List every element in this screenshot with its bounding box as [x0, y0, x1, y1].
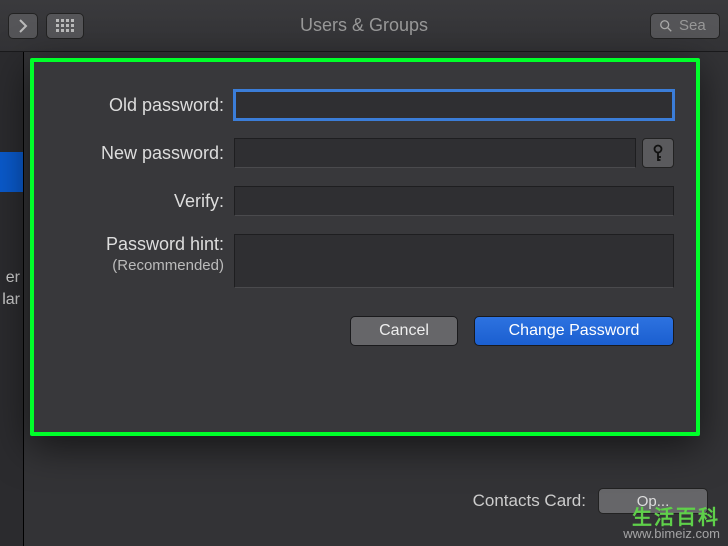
- show-all-button[interactable]: [46, 13, 84, 39]
- search-icon: [659, 19, 673, 33]
- back-button[interactable]: [8, 13, 38, 39]
- key-icon: [651, 144, 665, 162]
- sidebar-selected-item[interactable]: [0, 152, 23, 192]
- password-assistant-button[interactable]: [642, 138, 674, 168]
- contacts-card-label: Contacts Card:: [473, 491, 586, 511]
- grid-icon: [56, 19, 74, 32]
- hint-label: Password hint: (Recommended): [56, 234, 234, 274]
- window-title: Users & Groups: [300, 15, 428, 36]
- sidebar-partial-text: er lar: [2, 267, 20, 311]
- verify-row: Verify:: [56, 186, 674, 216]
- change-password-button[interactable]: Change Password: [474, 316, 674, 346]
- cancel-button[interactable]: Cancel: [350, 316, 458, 346]
- old-password-label: Old password:: [56, 95, 234, 116]
- watermark: 生活百科 www.bimeiz.com: [623, 510, 720, 542]
- hint-input[interactable]: [234, 234, 674, 288]
- change-password-sheet: Old password: New password: Verify: Pass…: [30, 58, 700, 436]
- button-row: Cancel Change Password: [56, 316, 674, 346]
- new-password-input[interactable]: [234, 138, 636, 168]
- verify-label: Verify:: [56, 191, 234, 212]
- chevron-right-icon: [18, 19, 28, 33]
- search-wrap: Sea: [650, 13, 720, 39]
- old-password-input[interactable]: [234, 90, 674, 120]
- hint-row: Password hint: (Recommended): [56, 234, 674, 288]
- new-password-label: New password:: [56, 143, 234, 164]
- old-password-row: Old password:: [56, 90, 674, 120]
- search-input[interactable]: Sea: [650, 13, 720, 39]
- sidebar: er lar: [0, 52, 24, 546]
- toolbar: Users & Groups Sea: [0, 0, 728, 52]
- verify-input[interactable]: [234, 186, 674, 216]
- search-placeholder: Sea: [679, 17, 706, 34]
- new-password-row: New password:: [56, 138, 674, 168]
